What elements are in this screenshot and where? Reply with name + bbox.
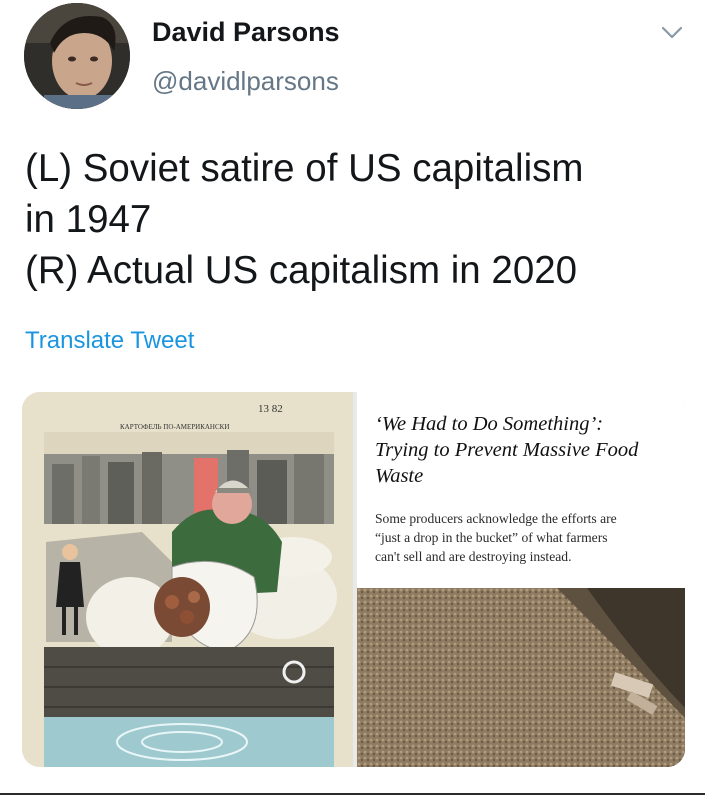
potato-pile-photo[interactable] [357, 588, 685, 767]
tweet-text-line: in 1947 [25, 198, 152, 241]
media-grid: 13 82 КАРТОФЕЛЬ ПО-АМЕРИКАНСКИ ‘We Had t… [22, 392, 685, 767]
tweet-text-line: (L) Soviet satire of US capitalism [25, 147, 584, 190]
translate-tweet-link[interactable]: Translate Tweet [25, 327, 194, 355]
tweet: David Parsons @davidlparsons (L) Soviet … [0, 0, 705, 800]
cartoon-caption: КАРТОФЕЛЬ ПО-АМЕРИКАНСКИ [120, 423, 229, 431]
user-handle[interactable]: @davidlparsons [152, 66, 339, 97]
article-headline[interactable]: ‘We Had to Do Something’: Trying to Prev… [375, 411, 675, 489]
soviet-cartoon-image[interactable]: 13 82 КАРТОФЕЛЬ ПО-АМЕРИКАНСКИ [22, 392, 353, 767]
chevron-down-icon[interactable] [660, 24, 684, 42]
potato-photo-icon [357, 588, 685, 767]
avatar-photo-icon [24, 3, 130, 109]
display-name[interactable]: David Parsons [152, 17, 340, 48]
tweet-text-line: (R) Actual US capitalism in 2020 [25, 249, 578, 292]
issue-number: 13 82 [258, 403, 283, 415]
tweet-text: (L) Soviet satire of US capitalism in 19… [25, 143, 685, 296]
article-summary: Some producers acknowledge the efforts a… [375, 511, 617, 564]
avatar[interactable] [24, 3, 130, 109]
cartoon-illustration-icon: 13 82 КАРТОФЕЛЬ ПО-АМЕРИКАНСКИ [22, 392, 353, 767]
divider [0, 793, 705, 795]
news-article-card[interactable]: ‘We Had to Do Something’: Trying to Prev… [357, 392, 685, 767]
